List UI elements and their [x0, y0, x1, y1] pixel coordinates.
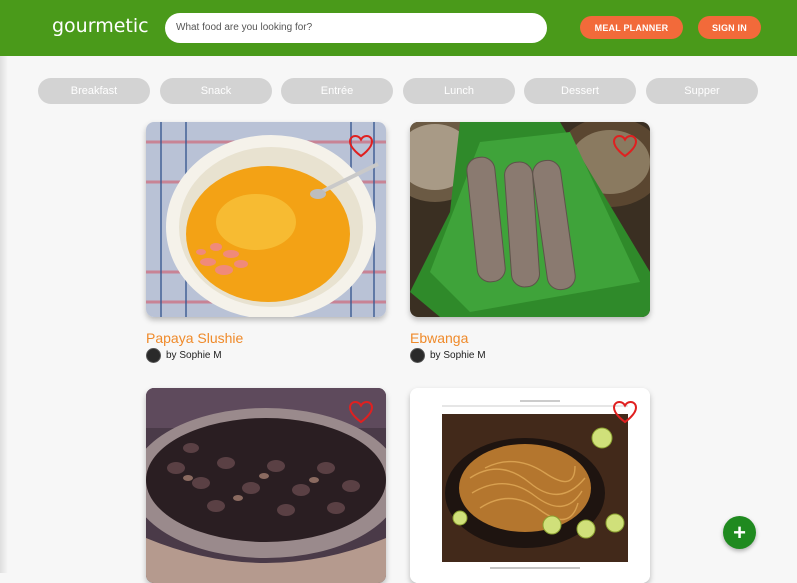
category-chip-snack[interactable]: Snack [160, 78, 272, 104]
recipe-image-papaya-slushie[interactable] [146, 122, 386, 317]
author-name: by Sophie M [166, 350, 222, 361]
favorite-heart-icon[interactable] [612, 134, 638, 158]
recipe-image-beans[interactable] [146, 388, 386, 583]
recipe-title[interactable]: Papaya Slushie [146, 330, 243, 346]
search-placeholder: What food are you looking for? [176, 22, 313, 33]
favorite-heart-icon[interactable] [348, 400, 374, 424]
top-navbar: gourmetic What food are you looking for?… [0, 0, 797, 56]
category-chip-lunch[interactable]: Lunch [403, 78, 515, 104]
sign-in-button[interactable]: SIGN IN [698, 16, 761, 39]
avatar [146, 348, 161, 363]
category-chip-supper[interactable]: Supper [646, 78, 758, 104]
category-chip-dessert[interactable]: Dessert [524, 78, 636, 104]
search-input[interactable]: What food are you looking for? [165, 13, 547, 43]
favorite-heart-icon[interactable] [348, 134, 374, 158]
favorite-heart-icon[interactable] [612, 400, 638, 424]
add-recipe-button[interactable]: + [723, 516, 756, 549]
recipe-title[interactable]: Ebwanga [410, 330, 468, 346]
category-chip-entree[interactable]: Entrée [281, 78, 393, 104]
meal-planner-button[interactable]: MEAL PLANNER [580, 16, 683, 39]
side-shadow [0, 56, 8, 573]
app-logo[interactable]: gourmetic [52, 15, 149, 37]
recipe-image-ebwanga[interactable] [410, 122, 650, 317]
recipe-author: by Sophie M [146, 348, 222, 363]
recipe-image-noodles[interactable] [410, 388, 650, 583]
author-name: by Sophie M [430, 350, 486, 361]
avatar [410, 348, 425, 363]
recipe-author: by Sophie M [410, 348, 486, 363]
category-chip-breakfast[interactable]: Breakfast [38, 78, 150, 104]
